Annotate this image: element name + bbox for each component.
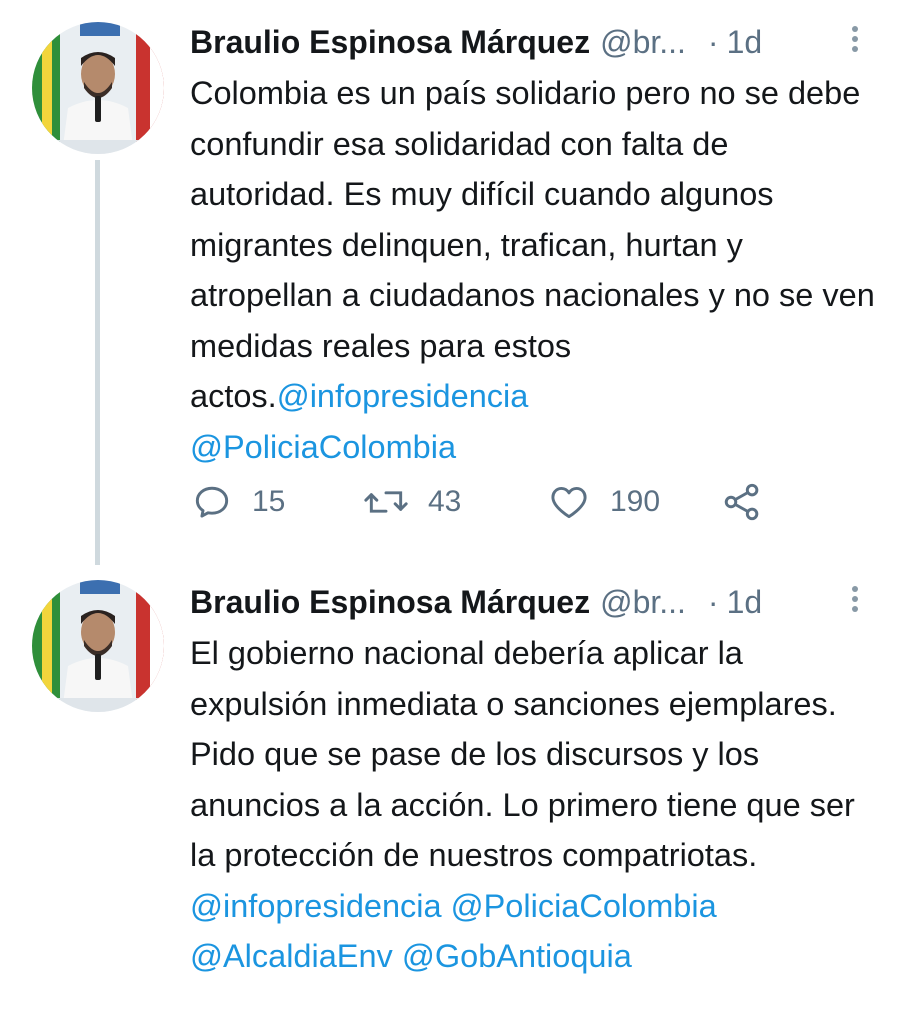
- mention-link[interactable]: @AlcaldiaEnv: [190, 938, 393, 974]
- tweet-text: El gobierno nacional debería aplicar la …: [190, 628, 880, 982]
- timestamp[interactable]: 1d: [727, 584, 763, 621]
- avatar[interactable]: [32, 580, 164, 712]
- more-vertical-icon[interactable]: [850, 582, 860, 622]
- tweet-body: El gobierno nacional debería aplicar la …: [190, 635, 864, 873]
- heart-icon: [551, 486, 587, 519]
- mention-link[interactable]: @infopresidencia: [190, 888, 442, 924]
- author-name[interactable]: Braulio Espinosa Márquez: [190, 24, 590, 61]
- like-button[interactable]: 190: [546, 474, 660, 530]
- avatar-image: [32, 22, 164, 154]
- tweet-actions: 15 43 190: [190, 474, 790, 530]
- retweet-count: 43: [428, 485, 462, 518]
- separator-dot: ·: [707, 583, 719, 620]
- share-button[interactable]: [720, 474, 764, 530]
- mention-link[interactable]: @PoliciaColombia: [451, 888, 717, 924]
- tweet-2[interactable]: Braulio Espinosa Márquez @br... · 1d El …: [0, 560, 898, 1024]
- retweet-button[interactable]: 43: [362, 474, 461, 530]
- author-handle[interactable]: @br...: [600, 584, 686, 621]
- reply-icon: [195, 486, 229, 518]
- avatar[interactable]: [32, 22, 164, 154]
- mention-link[interactable]: @infopresidencia: [277, 378, 529, 414]
- author-name[interactable]: Braulio Espinosa Márquez: [190, 584, 590, 621]
- tweet-header: Braulio Espinosa Márquez @br... · 1d: [190, 580, 858, 624]
- share-icon: [724, 483, 759, 521]
- tweet-1[interactable]: Braulio Espinosa Márquez @br... · 1d Col…: [0, 0, 898, 565]
- timestamp[interactable]: 1d: [727, 24, 763, 61]
- like-count: 190: [610, 485, 661, 518]
- tweet-text: Colombia es un país solidario pero no se…: [190, 68, 880, 472]
- mention-link[interactable]: @GobAntioquia: [402, 938, 632, 974]
- retweet-icon: [364, 491, 408, 513]
- mention-link[interactable]: @PoliciaColombia: [190, 429, 456, 465]
- tweet-header: Braulio Espinosa Márquez @br... · 1d: [190, 20, 858, 64]
- author-handle[interactable]: @br...: [600, 24, 686, 61]
- separator-dot: ·: [707, 23, 719, 60]
- reply-count: 15: [252, 485, 286, 518]
- reply-button[interactable]: 15: [190, 474, 285, 530]
- avatar-image: [32, 580, 164, 712]
- more-vertical-icon[interactable]: [850, 22, 860, 62]
- thread-line: [95, 160, 100, 565]
- tweet-body: Colombia es un país solidario pero no se…: [190, 75, 884, 414]
